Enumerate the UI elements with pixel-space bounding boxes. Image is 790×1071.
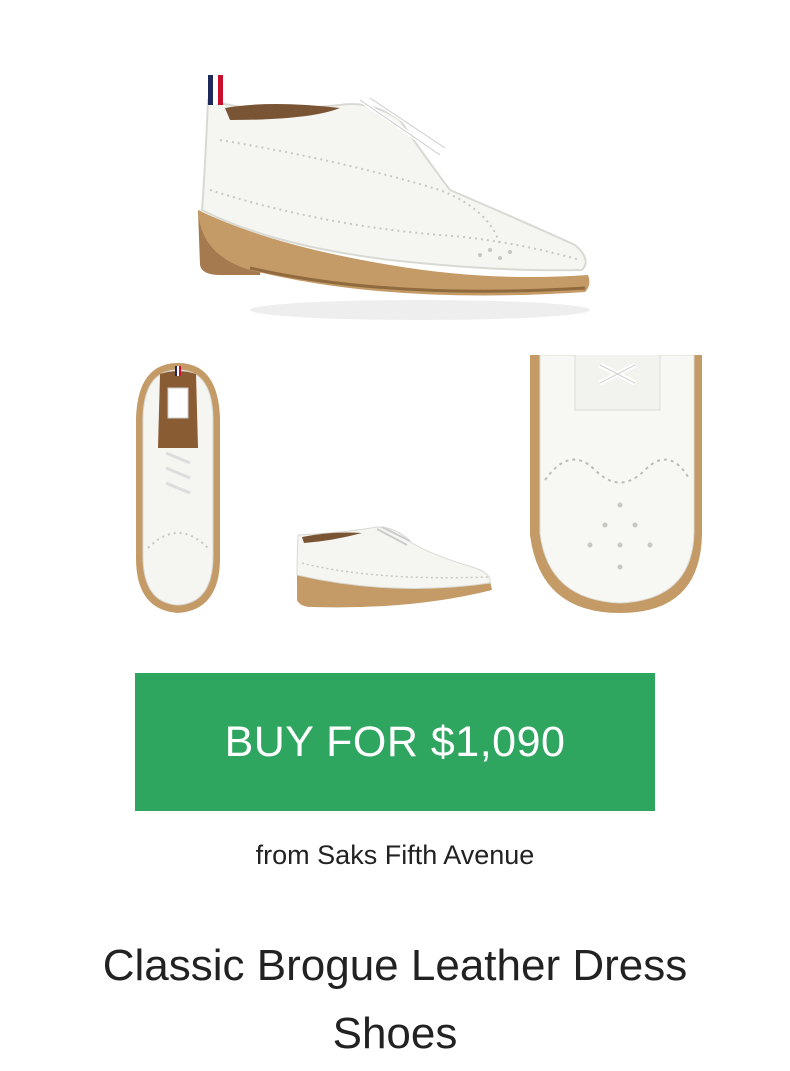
buy-button[interactable]: BUY FOR $1,090 (135, 673, 655, 811)
shoe-top-illustration (136, 363, 220, 613)
thumbnail-side-view[interactable] (292, 515, 497, 615)
shoe-closeup-illustration (530, 354, 702, 613)
thumbnail-closeup[interactable] (520, 354, 710, 617)
product-title: Classic Brogue Leather Dress Shoes (102, 941, 688, 1058)
thumbnail-top-view[interactable] (128, 358, 228, 620)
retailer-label: from Saks Fifth Avenue (255, 840, 535, 870)
shoe-main-illustration (198, 75, 590, 320)
shoe-side-illustration (296, 526, 492, 608)
product-main-image[interactable] (190, 60, 600, 330)
